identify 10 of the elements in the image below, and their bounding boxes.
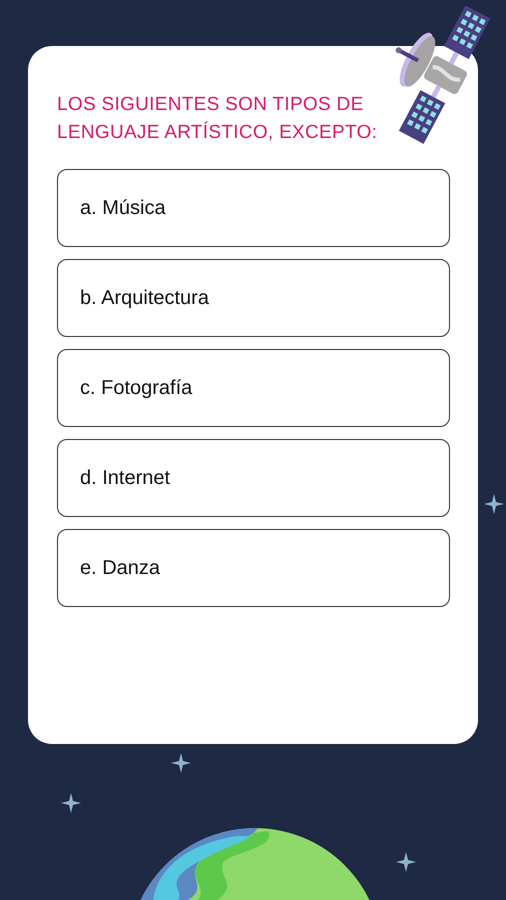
- star-icon: [396, 852, 416, 872]
- question-text: LOS SIGUIENTES SON TIPOS DE LENGUAJE ARTÍSTICO, EXCEPTO:: [57, 93, 378, 145]
- answer-option[interactable]: d. Internet: [57, 439, 450, 517]
- star-icon: [484, 494, 504, 514]
- star-icon: [61, 793, 81, 813]
- answer-option[interactable]: e. Danza: [57, 529, 450, 607]
- answer-option[interactable]: a. Música: [57, 169, 450, 247]
- answer-option[interactable]: b. Arquitectura: [57, 259, 450, 337]
- star-icon: [171, 753, 191, 773]
- answer-option[interactable]: c. Fotografía: [57, 349, 450, 427]
